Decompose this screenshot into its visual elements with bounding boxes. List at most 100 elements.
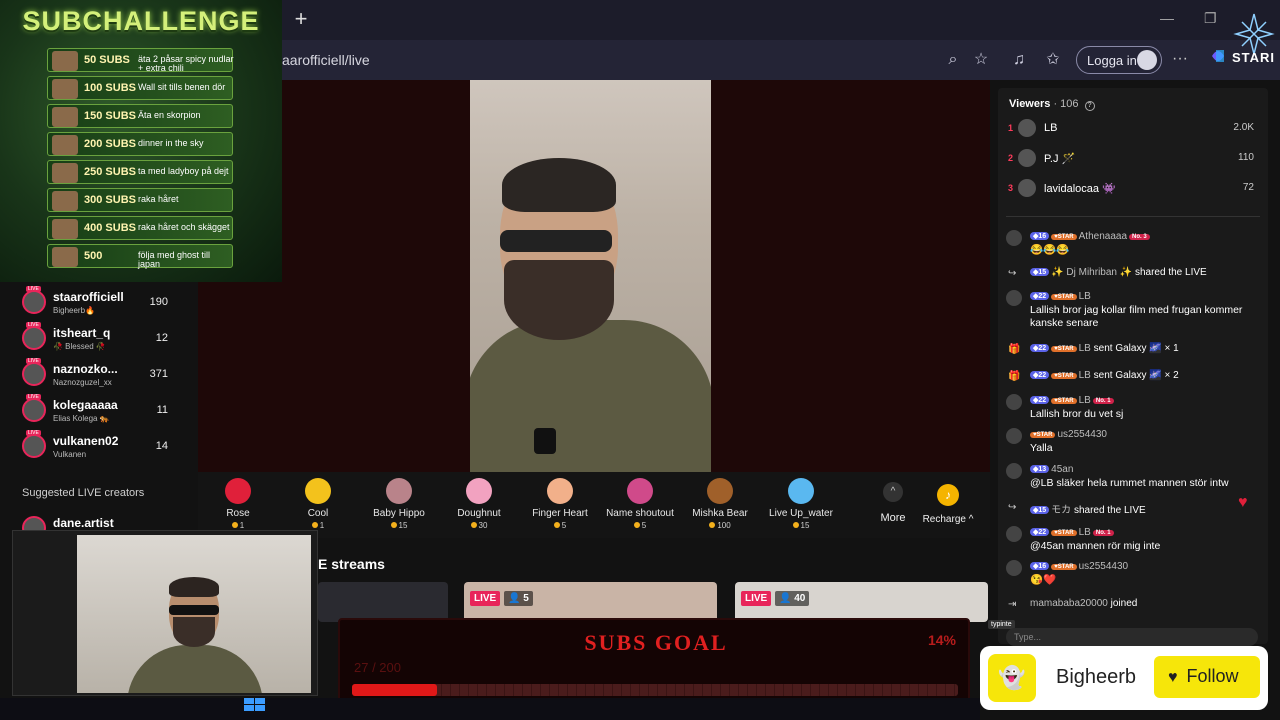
heart-icon: ♥ [1238,494,1248,511]
gift-cost: 15 [761,521,841,530]
chat-message: ◆16 ♥STAR Athenaaaa No. 3 😂😂😂 [1006,230,1262,258]
new-tab-button[interactable]: + [290,8,312,30]
webcam-sunglasses [169,605,219,615]
live-video[interactable] [470,80,711,472]
avatar[interactable] [1006,290,1022,306]
sidebar-item[interactable]: LIVE itsheart_q 🥀 Blessed 🥀 12 [20,322,190,358]
chat-username[interactable]: LB [1079,395,1091,406]
viewers-label: Viewers [1009,98,1051,110]
top-viewer-row[interactable]: 1 LB 2.0K [1006,117,1260,141]
minimize-button[interactable]: — [1160,10,1174,26]
gift-cost: 15 [359,521,439,530]
windows-start-icon[interactable] [244,698,266,712]
recharge-button[interactable]: ♪ Recharge ^ [910,484,986,525]
gift-item[interactable]: Cool 1 [278,478,358,530]
level-badge: ◆15 [1030,506,1050,514]
chat-message-header: ◆16 ♥STAR Athenaaaa No. 3 [1030,231,1150,242]
gift-item[interactable]: Rose 1 [198,478,278,530]
challenge-subs: 200 SUBS [84,138,136,150]
sidebar-item[interactable]: LIVE naznozko... Naznozguzel_xx 371 [20,358,190,394]
avatar [22,398,46,422]
chat-username[interactable]: us2554430 [1079,561,1129,572]
challenge-subs: 100 SUBS [84,82,136,94]
url-field[interactable]: aarofficiell/live [282,52,370,68]
chat-action: shared the LIVE [1132,267,1207,278]
favorites-icon[interactable]: ✩ [1044,51,1062,69]
level-badge: ◆22 [1030,396,1050,404]
sidebar-item[interactable]: LIVE staarofficiell Bigheerb🔥 190 [20,286,190,322]
live-badge: LIVE [26,358,41,364]
avatar [1018,119,1036,137]
info-icon[interactable]: ? [1084,101,1095,111]
chat-username[interactable]: LB [1079,291,1091,302]
chat-input[interactable]: Type... [1006,628,1258,646]
chat-username[interactable]: Athenaaaa [1079,231,1127,242]
gift-item[interactable]: Mishka Bear 100 [680,478,760,530]
viewer-count: 12 [155,332,168,344]
profile-avatar-icon [1137,50,1157,70]
viewer-name: LB [1044,122,1058,134]
subs-goal-progress [352,684,958,696]
top-viewer-row[interactable]: 2 P.J 🪄 110 [1006,147,1260,171]
live-badge: LIVE [26,286,41,292]
login-button[interactable]: Logga in [1076,46,1162,74]
gift-item[interactable]: Finger Heart 5 [520,478,600,530]
avatar[interactable] [1006,526,1022,542]
streams-heading: E streams [318,556,385,572]
gift-item[interactable]: Name shoutout 5 [600,478,680,530]
chat-message: ↪ ◆15 ✨ Dj Mihriban ✨ shared the LIVE [1006,266,1262,282]
top-viewer-row[interactable]: 3 lavidalocaa 👾 72 [1006,177,1260,201]
gift-item[interactable]: Doughnut 30 [439,478,519,530]
viewer-rank: 1 [1008,123,1014,133]
account-name: itsheart_q [53,326,111,340]
chat-message-header: ◆15 モカ shared the LIVE [1030,501,1146,516]
stream-thumbnail[interactable]: LIVE 👤 5 [464,582,717,622]
star-badge: ♥STAR [1051,234,1077,240]
gift-item[interactable]: Live Up_water 15 [761,478,841,530]
zoom-icon[interactable]: ⌕ [944,51,962,69]
bookmark-star-icon[interactable]: ☆ [972,51,990,69]
chat-username[interactable]: LB [1079,343,1091,354]
gift-item[interactable]: Baby Hippo 15 [359,478,439,530]
chat-username[interactable]: mamababa20000 [1030,598,1108,609]
chat-username[interactable]: LB [1079,370,1091,381]
challenge-subs: 250 SUBS [84,166,136,178]
webcam-body [127,645,263,693]
chat-message-text: @45an mannen rör mig inte [1030,540,1161,552]
extensions-icon[interactable]: ♫ [1010,51,1028,69]
sidebar-item[interactable]: LIVE kolegaaaaa Elias Kolega 🐅 11 [20,394,190,430]
chat-message-header: ◆22 ♥STAR LB sent Galaxy 🌌 × 2 [1030,370,1179,381]
chat-username[interactable]: モカ [1051,505,1071,516]
account-nickname: Naznozguzel_xx [53,378,112,387]
avatar[interactable] [1006,394,1022,410]
follow-button-label: Follow [1186,666,1239,686]
challenge-text: ta med ladyboy på dejt [138,166,229,176]
level-badge: ◆16 [1030,232,1050,240]
avatar[interactable] [1006,463,1022,479]
chat-username[interactable]: LB [1079,527,1091,538]
avatar[interactable] [1006,428,1022,444]
streamer-hair [502,158,616,212]
chat-username[interactable]: ✨ Dj Mihriban ✨ [1051,267,1132,278]
gift-name: Rose [226,508,250,519]
avatar[interactable] [1006,560,1022,576]
follow-button[interactable]: ♥ Follow [1154,656,1260,698]
brand-label: STARI [1232,50,1276,65]
stream-thumbnail[interactable] [318,582,448,622]
chat-username[interactable]: 45an [1051,464,1073,475]
chat-message-text: Lallish bror jag kollar film med frugan … [1030,304,1243,329]
level-badge: ◆22 [1030,292,1050,300]
chat-message-header: ◆22 ♥STAR LB sent Galaxy 🌌 × 1 [1030,343,1179,354]
more-menu-icon[interactable]: ··· [1172,50,1188,68]
chat-message-header: ◆22 ♥STAR LB [1030,291,1091,302]
chat-message-text: Yalla [1030,442,1053,454]
viewers-header[interactable]: Viewers · 106 ? [1009,98,1095,111]
sidebar-item[interactable]: LIVE vulkanen02 Vulkanen 14 [20,430,190,466]
star-badge: ♥STAR [1030,432,1056,438]
avatar[interactable] [1006,230,1022,246]
avatar [22,326,46,350]
chat-username[interactable]: us2554430 [1057,429,1107,440]
stream-thumbnail[interactable]: LIVE 👤 40 [735,582,988,622]
rank-badge: No. 1 [1092,530,1114,536]
level-badge: ◆16 [1030,562,1050,570]
